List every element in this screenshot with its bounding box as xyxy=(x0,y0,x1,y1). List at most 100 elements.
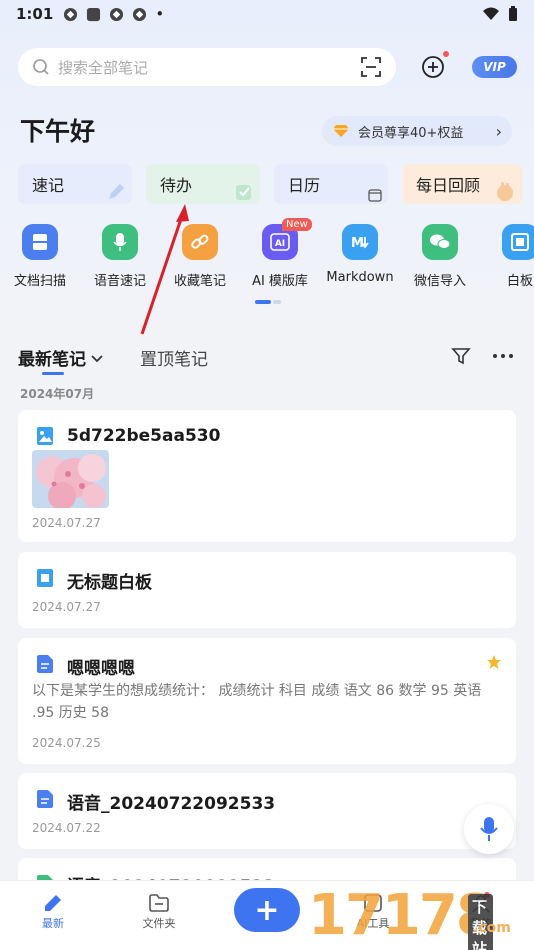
ai-tools-icon xyxy=(364,894,382,912)
quick-card-todo[interactable]: 待办 xyxy=(146,164,260,204)
search-bar[interactable]: 搜索全部笔记 xyxy=(18,48,396,86)
greeting-title: 下午好 xyxy=(20,117,96,146)
note-date: 2024.07.25 xyxy=(32,736,101,750)
status-more-dot: • xyxy=(155,5,165,23)
wifi-icon xyxy=(483,7,499,20)
filter-icon[interactable] xyxy=(451,346,471,366)
search-icon xyxy=(33,59,49,75)
quick-action-cards: 速记 待办 日历 每日回顾 xyxy=(18,164,534,204)
note-title: 嗯嗯嗯嗯 xyxy=(67,659,135,679)
tools-row: 文档扫描 语音速记 收藏笔记 AI New AI 模版库 M Markdown … xyxy=(0,218,534,294)
quick-card-label: 待办 xyxy=(160,176,193,195)
nav-mine[interactable]: 我的 xyxy=(446,891,516,931)
active-tab-indicator xyxy=(42,372,64,375)
mic-icon xyxy=(480,817,498,841)
tool-label: Markdown xyxy=(326,270,394,285)
member-benefits-banner[interactable]: 会员尊享40+权益 › xyxy=(322,116,512,146)
note-date: 2024.07.22 xyxy=(32,821,101,835)
tool-label: 白板 xyxy=(506,274,533,289)
page-indicator-active xyxy=(255,300,271,304)
tool-label: AI 模版库 xyxy=(252,274,308,289)
member-benefits-label: 会员尊享40+权益 xyxy=(358,125,464,141)
more-options-icon[interactable] xyxy=(492,346,514,366)
tool-markdown[interactable]: M Markdown xyxy=(320,224,400,285)
tools-page-indicator xyxy=(255,300,281,304)
note-card[interactable]: 无标题白板 2024.07.27 xyxy=(18,552,516,628)
quick-card-calendar[interactable]: 日历 xyxy=(274,164,388,204)
folder-icon xyxy=(149,894,169,912)
note-title: 5d722be5aa530 xyxy=(67,426,221,446)
checklist-icon xyxy=(236,185,251,200)
tab-label: 最新笔记 xyxy=(18,350,86,370)
whiteboard-icon xyxy=(502,224,534,260)
note-preview: 以下是某学生的想成绩统计： 成绩统计 科目 成绩 语文 86 数学 95 英语 … xyxy=(32,683,482,721)
calendar-icon xyxy=(368,189,382,202)
whiteboard-note-icon xyxy=(37,569,53,587)
quick-card-label: 日历 xyxy=(288,176,321,195)
status-time: 1:01 xyxy=(16,5,54,23)
page-indicator-inactive xyxy=(273,300,281,304)
nav-label: 文件夹 xyxy=(142,917,176,930)
nav-label: AI工具 xyxy=(356,917,390,930)
notification-dot xyxy=(443,51,449,57)
tool-wechat-import[interactable]: 微信导入 xyxy=(400,224,480,289)
annotation-arrow xyxy=(140,204,189,335)
note-title: 语音_20240722092533 xyxy=(67,794,276,814)
status-bar: 1:01 • xyxy=(0,0,534,28)
note-date: 2024.07.27 xyxy=(32,600,101,614)
tab-pinned-notes[interactable]: 置顶笔记 xyxy=(140,345,208,370)
note-thumbnail xyxy=(32,450,109,508)
chevron-down-icon xyxy=(91,354,103,362)
notes-tabs: 最新笔记 置顶笔记 xyxy=(18,340,518,380)
month-header: 2024年07月 xyxy=(20,387,95,401)
note-card[interactable]: 5d722be5aa530 2024.07.27 xyxy=(18,410,516,542)
quick-card-memo[interactable]: 速记 xyxy=(18,164,132,204)
tool-label: 微信导入 xyxy=(413,274,466,289)
nav-label: 我的 xyxy=(470,917,492,930)
app-notification-icon xyxy=(133,7,147,21)
markdown-icon: M xyxy=(342,224,378,260)
quick-card-label: 速记 xyxy=(32,176,65,195)
ai-icon: AI New xyxy=(262,218,312,260)
doc-note-icon xyxy=(37,790,53,808)
latest-icon xyxy=(45,895,61,911)
add-circle-button[interactable] xyxy=(420,51,449,80)
doc-note-icon xyxy=(37,655,53,673)
quick-card-daily-review[interactable]: 每日回顾 xyxy=(402,164,522,204)
search-placeholder: 搜索全部笔记 xyxy=(58,58,149,77)
tool-ai-templates[interactable]: AI New AI 模版库 xyxy=(240,218,320,289)
note-title: 无标题白板 xyxy=(67,573,152,593)
app-notification-icon xyxy=(110,7,124,21)
chevron-right-icon: › xyxy=(495,121,502,141)
vip-button[interactable]: VIP xyxy=(472,56,517,78)
cherry-blossom-image xyxy=(32,450,109,508)
svg-text:AI: AI xyxy=(275,239,285,249)
tool-label: 文档扫描 xyxy=(13,274,66,289)
nav-label: 最新 xyxy=(42,917,64,930)
nav-ai-tools[interactable]: AI工具 xyxy=(338,891,408,931)
add-note-button[interactable]: + xyxy=(234,888,300,932)
tab-latest-notes[interactable]: 最新笔记 xyxy=(18,345,104,370)
plus-circle-icon xyxy=(422,56,444,78)
hand-wave-icon xyxy=(497,182,513,201)
app-notification-icon xyxy=(87,7,101,21)
scan-icon xyxy=(22,224,58,260)
tool-doc-scan[interactable]: 文档扫描 xyxy=(0,224,80,289)
star-icon[interactable] xyxy=(486,654,502,670)
tool-whiteboard[interactable]: 白板 xyxy=(480,224,534,289)
svg-text:M: M xyxy=(351,236,364,250)
nav-folder[interactable]: 文件夹 xyxy=(124,891,194,931)
note-card[interactable]: 嗯嗯嗯嗯 以下是某学生的想成绩统计： 成绩统计 科目 成绩 语文 86 数学 9… xyxy=(18,638,516,764)
battery-icon xyxy=(509,6,517,21)
image-note-icon xyxy=(37,427,53,445)
scan-qr-icon[interactable] xyxy=(360,56,382,78)
new-badge: New xyxy=(282,218,312,231)
voice-input-button[interactable] xyxy=(464,804,514,854)
note-date: 2024.07.27 xyxy=(32,516,101,530)
profile-icon xyxy=(472,892,490,913)
note-card[interactable]: 语音_20240722092533 2024.07.22 xyxy=(18,773,516,849)
pencil-icon xyxy=(109,184,124,199)
diamond-icon xyxy=(333,125,349,137)
nav-latest[interactable]: 最新 xyxy=(18,891,88,931)
quick-card-label: 每日回顾 xyxy=(416,176,481,195)
